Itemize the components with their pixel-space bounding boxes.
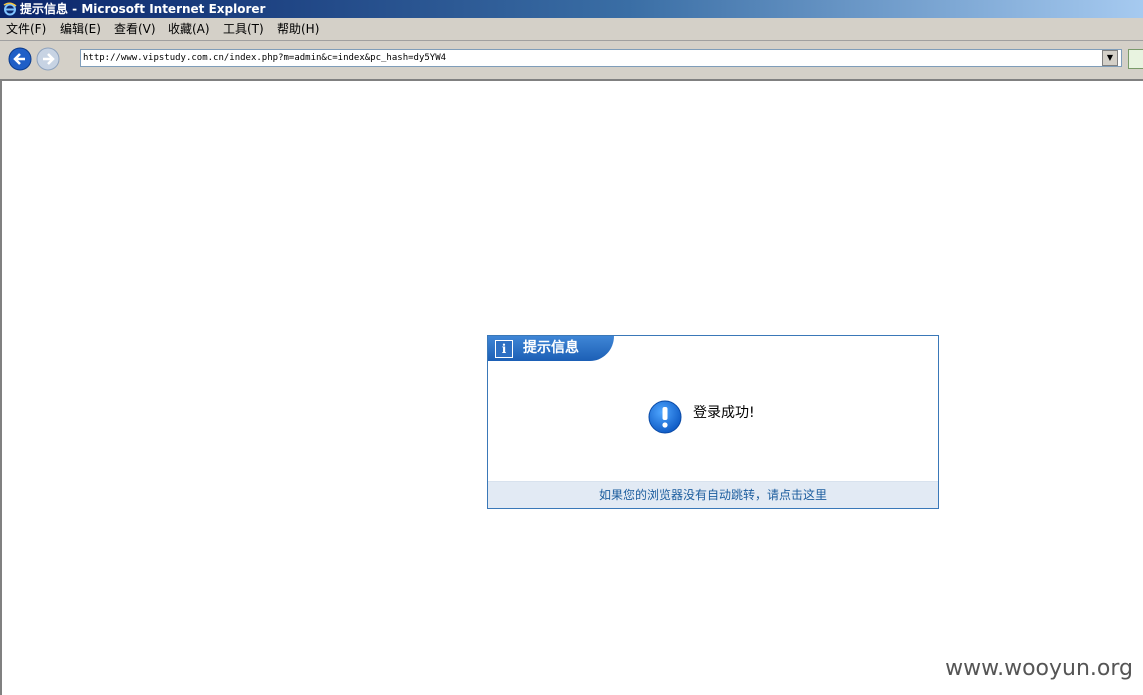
menu-bar: 文件(F) 编辑(E) 查看(V) 收藏(A) 工具(T) 帮助(H) [0, 18, 1143, 41]
menu-tools[interactable]: 工具(T) [223, 18, 264, 40]
menu-help[interactable]: 帮助(H) [277, 18, 319, 40]
dialog-title: 提示信息 [523, 340, 579, 356]
menu-favorites[interactable]: 收藏(A) [168, 18, 210, 40]
ie-icon [3, 2, 17, 16]
dialog-header: i 提示信息 [488, 336, 614, 361]
redirect-link[interactable]: 如果您的浏览器没有自动跳转，请点击这里 [488, 482, 938, 508]
address-dropdown-icon[interactable]: ▼ [1102, 50, 1118, 66]
navigation-bar: http://www.vipstudy.com.cn/index.php?m=a… [0, 41, 1143, 81]
menu-view[interactable]: 查看(V) [114, 18, 156, 40]
go-icon[interactable] [1128, 49, 1143, 69]
window-title-bar: 提示信息 - Microsoft Internet Explorer [0, 0, 1143, 18]
forward-arrow-icon [36, 47, 60, 71]
back-arrow-icon [8, 47, 32, 71]
info-icon: i [495, 340, 513, 358]
forward-button[interactable] [36, 47, 60, 71]
back-button[interactable] [8, 47, 32, 71]
menu-edit[interactable]: 编辑(E) [60, 18, 101, 40]
window-title: 提示信息 - Microsoft Internet Explorer [20, 2, 266, 16]
exclamation-icon [648, 400, 682, 434]
address-bar-input[interactable]: http://www.vipstudy.com.cn/index.php?m=a… [80, 49, 1122, 67]
page-left-border [0, 81, 2, 695]
watermark: www.wooyun.org [945, 656, 1133, 681]
dialog-footer: 如果您的浏览器没有自动跳转，请点击这里 [488, 481, 938, 508]
menu-file[interactable]: 文件(F) [6, 18, 46, 40]
dialog-message: 登录成功! [693, 405, 755, 421]
message-dialog: i 提示信息 登录成功! 如果您的浏览器没有自动跳转，请点击这里 [487, 335, 939, 509]
